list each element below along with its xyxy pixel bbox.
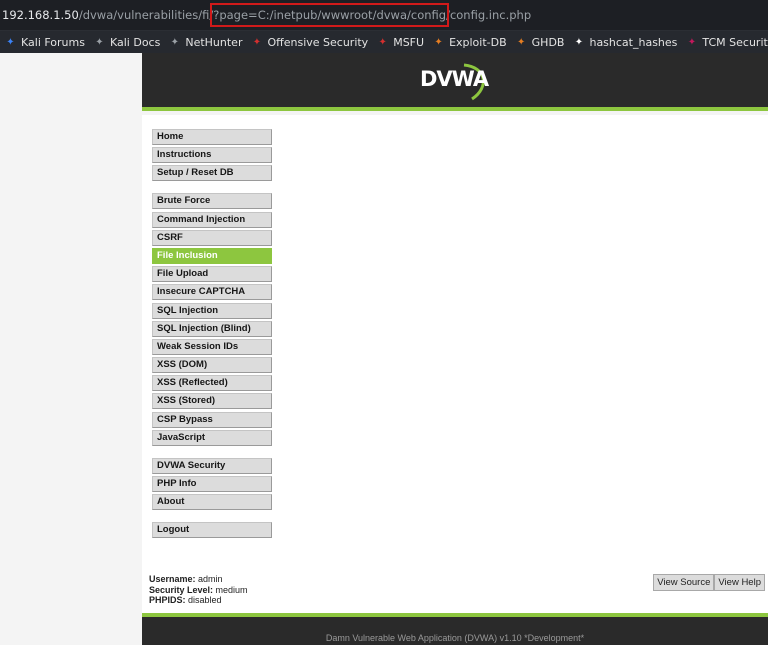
menu-item-insecure-captcha[interactable]: Insecure CAPTCHA: [152, 284, 272, 301]
security-level-value: medium: [215, 584, 248, 595]
bookmark-label: MSFU: [393, 35, 425, 49]
menu-item-xss-reflected[interactable]: XSS (Reflected): [152, 375, 272, 392]
kali-docs-icon: ✦: [95, 36, 104, 48]
username-label: Username:: [149, 574, 196, 584]
hashcat-icon: ✦: [574, 36, 584, 48]
menu-group3: DVWA Security PHP Info About: [152, 457, 272, 511]
menu-item-sql-injection[interactable]: SQL Injection: [152, 302, 272, 319]
bookmark-label: Kali Forums: [21, 35, 85, 49]
help-buttons: View Source View Help: [653, 574, 765, 591]
url-param-highlight-box: [210, 3, 449, 27]
dvwa-logo: DVWA: [420, 67, 489, 91]
main-content: Home Instructions Setup / Reset DB Brute Fo…: [142, 115, 768, 613]
bookmark-nethunter[interactable]: ✦ NetHunter: [168, 35, 243, 49]
left-blank-area: [0, 53, 142, 645]
menu-item-file-inclusion[interactable]: File Inclusion: [152, 247, 272, 264]
menu-item-sql-injection-blind[interactable]: SQL Injection (Blind): [152, 320, 272, 337]
bookmark-kali-forums[interactable]: ✦ Kali Forums: [4, 36, 85, 49]
menu-item-php-info[interactable]: PHP Info: [152, 476, 272, 492]
url-host: 192.168.1.50: [2, 8, 79, 22]
address-bar[interactable]: 192.168.1.50/dvwa/vulnerabilities/fi/?pa…: [0, 0, 768, 31]
dvwa-footer: Damn Vulnerable Web Application (DVWA) v…: [142, 613, 768, 645]
bookmark-label: TCM Security, Inc.: [702, 35, 768, 49]
ghdb-icon: ✦: [516, 36, 526, 48]
nethunter-icon: ✦: [170, 36, 180, 48]
menu-item-brute-force[interactable]: Brute Force: [152, 193, 272, 210]
user-info: Username: admin Security Level: medium P…: [149, 574, 248, 606]
menu-item-logout[interactable]: Logout: [152, 522, 272, 539]
phpids-label: PHPIDS:: [149, 595, 186, 605]
bookmark-label: GHDB: [531, 35, 565, 49]
bookmark-tcm[interactable]: ✦ TCM Security, Inc.: [685, 36, 768, 49]
view-source-button[interactable]: View Source: [653, 574, 715, 591]
bookmark-exploit-db[interactable]: ✦ Exploit-DB: [432, 35, 507, 49]
menu-item-setup-reset-db[interactable]: Setup / Reset DB: [152, 165, 272, 182]
offsec-icon: ✦: [252, 36, 262, 48]
view-help-button[interactable]: View Help: [714, 574, 765, 591]
menu-item-xss-stored[interactable]: XSS (Stored): [152, 393, 272, 410]
msfu-icon: ✦: [378, 36, 387, 48]
menu-item-command-injection[interactable]: Command Injection: [152, 211, 272, 228]
username-value: admin: [198, 574, 223, 584]
dvwa-page: DVWA Home Instructions Setup / Reset DB Bru…: [142, 53, 768, 645]
menu-item-dvwa-security[interactable]: DVWA Security: [152, 457, 272, 474]
bookmark-ghdb[interactable]: ✦ GHDB: [515, 36, 565, 49]
dvwa-header: DVWA: [142, 53, 768, 111]
exploit-db-icon: ✦: [434, 36, 443, 48]
bookmark-label: Kali Docs: [109, 35, 161, 49]
tcm-icon: ✦: [687, 36, 697, 48]
security-level-label: Security Level:: [149, 584, 214, 595]
bookmark-msfu[interactable]: ✦ MSFU: [376, 35, 425, 49]
side-menu: Home Instructions Setup / Reset DB Brute Fo…: [152, 129, 272, 550]
bookmark-label: Exploit-DB: [449, 35, 507, 49]
menu-item-instructions[interactable]: Instructions: [152, 147, 272, 164]
menu-group1: Home Instructions Setup / Reset DB: [152, 129, 272, 182]
bookmark-label: Offensive Security: [267, 35, 369, 49]
menu-group2: Brute Force Command Injection CSRF File Inc…: [152, 193, 272, 446]
bookmark-offsec[interactable]: ✦ Offensive Security: [250, 36, 368, 49]
menu-group4: Logout: [152, 522, 272, 539]
bookmarks-bar: ✦ Kali Forums ✦ Kali Docs ✦ NetHunter ✦ Offensi…: [0, 31, 768, 53]
menu-item-about[interactable]: About: [152, 494, 272, 511]
menu-item-xss-dom[interactable]: XSS (DOM): [152, 357, 272, 374]
menu-item-javascript[interactable]: JavaScript: [152, 429, 272, 446]
bookmark-label: NetHunter: [185, 35, 243, 49]
menu-item-home[interactable]: Home: [152, 129, 272, 145]
footer-text: Damn Vulnerable Web Application (DVWA) v…: [325, 633, 585, 643]
menu-item-csp-bypass[interactable]: CSP Bypass: [152, 411, 272, 428]
menu-item-file-upload[interactable]: File Upload: [152, 266, 272, 283]
bookmark-hashcat[interactable]: ✦ hashcat_hashes: [572, 35, 678, 49]
bookmark-label: hashcat_hashes: [589, 35, 678, 49]
bookmark-kali-docs[interactable]: ✦ Kali Docs: [93, 36, 160, 49]
menu-item-weak-session-ids[interactable]: Weak Session IDs: [152, 338, 272, 355]
phpids-value: disabled: [188, 595, 222, 605]
kali-forums-icon: ✦: [6, 36, 15, 48]
menu-item-csrf[interactable]: CSRF: [152, 229, 272, 246]
